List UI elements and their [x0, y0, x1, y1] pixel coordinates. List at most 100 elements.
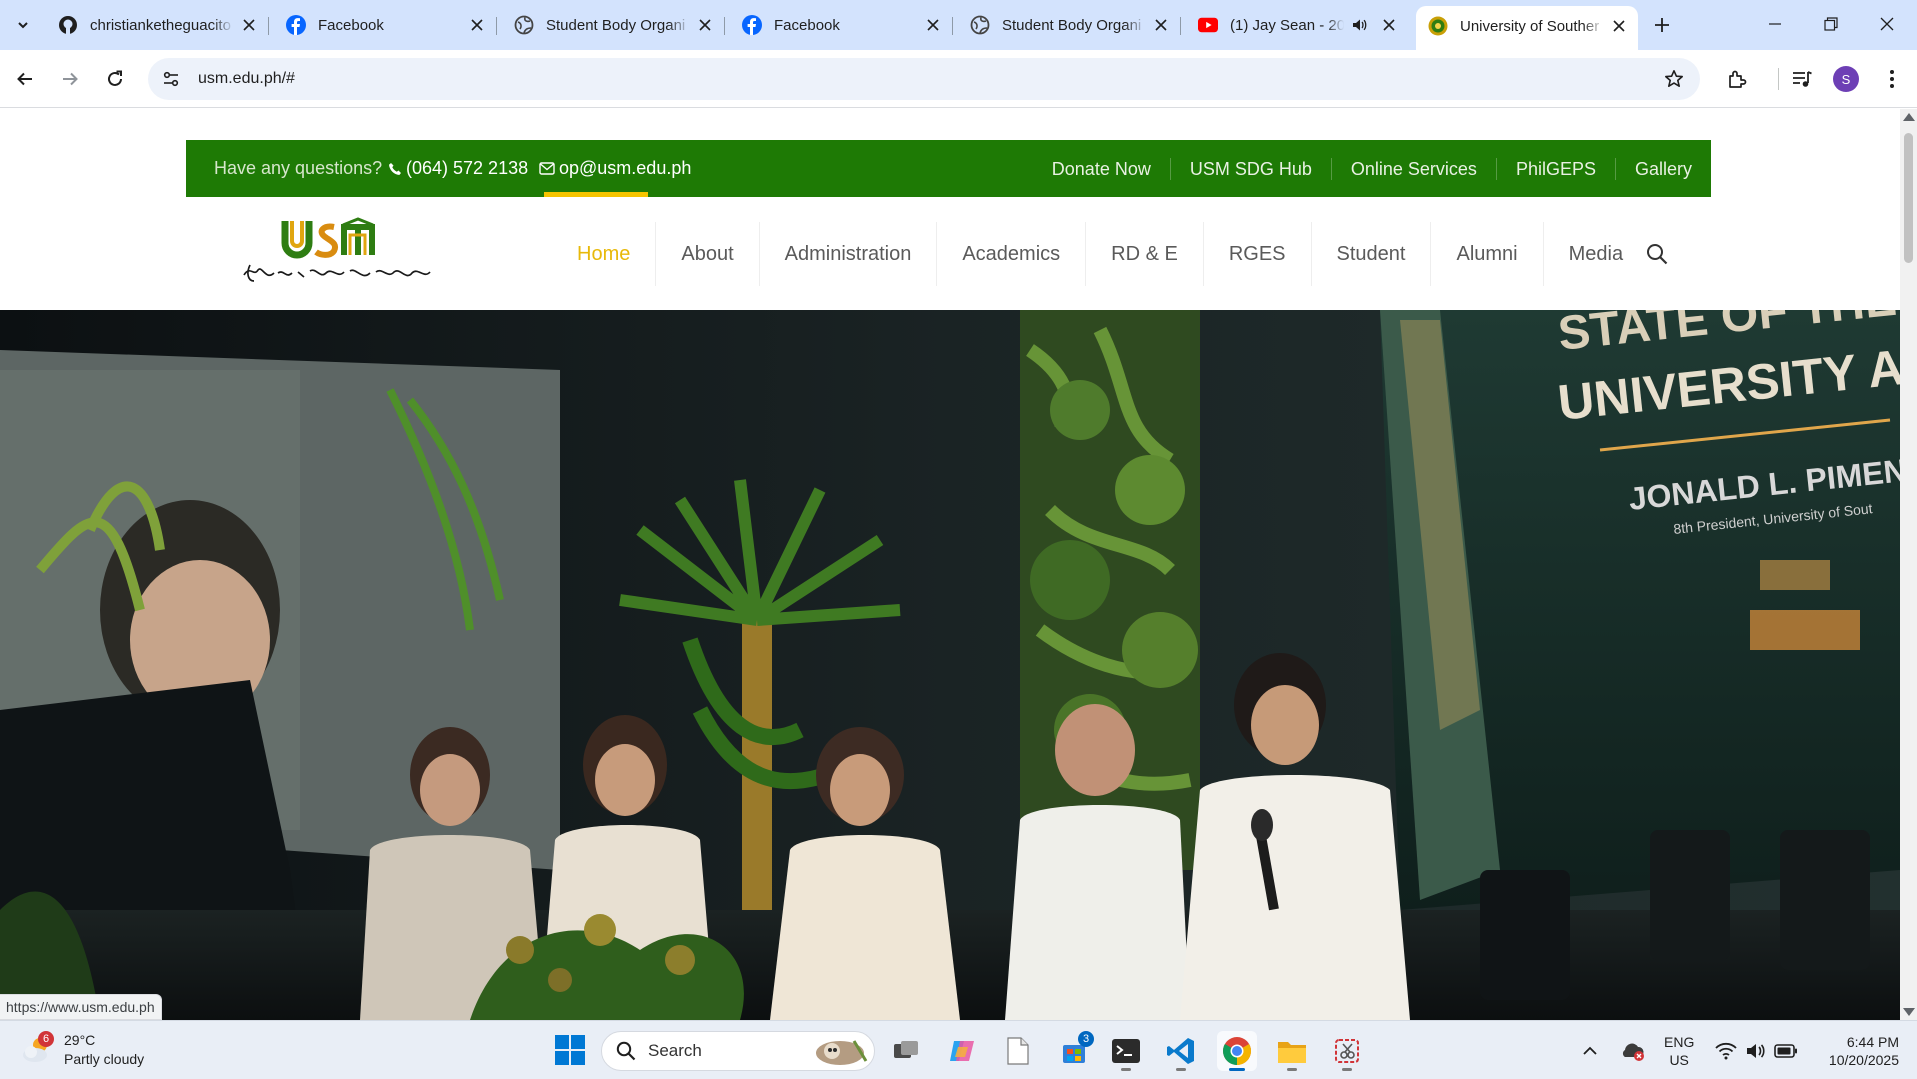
page-scrollbar[interactable]	[1900, 109, 1917, 1020]
system-clock[interactable]: 6:44 PM 10/20/2025	[1815, 1033, 1899, 1069]
browser-tab-active[interactable]: University of Souther	[1416, 6, 1638, 50]
taskbar-snipping-tool[interactable]	[1327, 1031, 1367, 1071]
weather-widget[interactable]: 6 29°C Partly cloudy	[20, 1031, 144, 1069]
menu-item-student[interactable]: Student	[1312, 221, 1432, 286]
clock-time: 6:44 PM	[1846, 1034, 1899, 1050]
start-button[interactable]	[554, 1034, 586, 1066]
copilot-icon	[950, 1041, 974, 1061]
menu-item-alumni[interactable]: Alumni	[1431, 221, 1544, 286]
back-button[interactable]	[8, 62, 42, 96]
hero-slide[interactable]: STATE OF THE UNIVERSITY A JONALD L. PIME…	[0, 310, 1900, 1020]
chevron-down-icon	[18, 22, 28, 29]
taskbar-vscode[interactable]	[1161, 1031, 1201, 1071]
profile-avatar[interactable]: S	[1833, 66, 1859, 92]
extensions-icon[interactable]	[1722, 64, 1752, 94]
volume-icon[interactable]	[1742, 1021, 1770, 1079]
main-navigation: Home About Administration Academics RD &…	[186, 197, 1711, 310]
globe-icon	[514, 15, 534, 35]
top-link-sdg-hub[interactable]: USM SDG Hub	[1169, 157, 1331, 180]
taskbar-notepad[interactable]	[998, 1031, 1038, 1071]
address-bar[interactable]: usm.edu.ph/#	[148, 58, 1700, 100]
browser-tab[interactable]: (1) Jay Sean - 20	[1186, 8, 1408, 42]
usm-logo[interactable]	[240, 215, 450, 295]
close-window-button[interactable]	[1864, 6, 1910, 42]
browser-tab[interactable]: Facebook	[730, 8, 953, 42]
close-icon[interactable]	[924, 16, 942, 34]
close-icon[interactable]	[1610, 17, 1628, 35]
tab-separator	[268, 17, 269, 35]
browser-tab[interactable]: Student Body Organi	[502, 8, 725, 42]
top-links: Donate Now USM SDG Hub Online Services P…	[1033, 140, 1711, 197]
restore-button[interactable]	[1808, 6, 1854, 42]
scroll-up-arrow[interactable]	[1903, 113, 1915, 121]
language-code: ENG	[1664, 1034, 1695, 1050]
battery-icon[interactable]	[1772, 1021, 1800, 1079]
menu-item-rges[interactable]: RGES	[1204, 221, 1312, 286]
top-link-online-services[interactable]: Online Services	[1330, 157, 1496, 180]
envelope-icon	[539, 162, 555, 175]
reload-button[interactable]	[98, 62, 132, 96]
taskbar-terminal[interactable]	[1106, 1031, 1146, 1071]
taskbar-search-box[interactable]: Search	[601, 1031, 875, 1071]
top-link-gallery[interactable]: Gallery	[1614, 157, 1711, 180]
site-search-button[interactable]	[1642, 239, 1672, 269]
close-icon	[1880, 17, 1894, 31]
minimize-button[interactable]	[1752, 6, 1798, 42]
onedrive-status-icon[interactable]	[1618, 1021, 1648, 1079]
reload-icon	[108, 70, 122, 86]
menu-item-about[interactable]: About	[656, 221, 760, 286]
running-indicator	[1176, 1068, 1186, 1071]
email-address: op@usm.edu.ph	[559, 158, 692, 178]
taskbar-chrome[interactable]	[1217, 1031, 1257, 1071]
bookmark-star-icon[interactable]	[1662, 67, 1686, 91]
forward-button[interactable]	[53, 62, 87, 96]
running-indicator	[1342, 1068, 1352, 1071]
search-icon	[616, 1041, 636, 1061]
arrow-right-icon	[63, 72, 78, 86]
top-link-philgeps[interactable]: PhilGEPS	[1495, 157, 1615, 180]
menu-item-rd-e[interactable]: RD & E	[1086, 221, 1204, 286]
new-tab-button[interactable]	[1647, 10, 1677, 40]
region-code: US	[1669, 1052, 1689, 1068]
wifi-icon[interactable]	[1712, 1021, 1740, 1079]
input-language-indicator[interactable]: ENG US	[1664, 1033, 1694, 1069]
scroll-down-arrow[interactable]	[1903, 1008, 1915, 1016]
taskbar-file-explorer[interactable]	[1272, 1031, 1312, 1071]
top-link-donate[interactable]: Donate Now	[1033, 158, 1170, 180]
menu-item-academics[interactable]: Academics	[937, 221, 1087, 286]
email-link[interactable]: op@usm.edu.ph	[539, 158, 691, 179]
close-icon[interactable]	[1152, 16, 1170, 34]
running-indicator	[1287, 1068, 1297, 1071]
tab-separator	[1180, 17, 1181, 35]
tab-search-button[interactable]	[8, 10, 38, 40]
close-icon[interactable]	[696, 16, 714, 34]
close-icon[interactable]	[240, 16, 258, 34]
menu-item-home[interactable]: Home	[552, 221, 657, 286]
more-menu-icon[interactable]	[1877, 64, 1907, 94]
store-notification-badge: 3	[1078, 1031, 1094, 1047]
weather-alert-badge: 6	[38, 1031, 54, 1047]
tab-separator	[952, 17, 953, 35]
tab-title: Facebook	[318, 16, 384, 34]
site-info-icon[interactable]	[156, 64, 186, 94]
menu-item-administration[interactable]: Administration	[760, 221, 938, 286]
scrollbar-thumb[interactable]	[1904, 133, 1913, 263]
close-icon[interactable]	[468, 16, 486, 34]
tab-title: University of Souther	[1460, 17, 1600, 35]
globe-icon	[970, 15, 990, 35]
primary-menu: Home About Administration Academics RD &…	[552, 197, 1648, 310]
browser-tab[interactable]: christianketheguacito	[46, 8, 269, 42]
show-hidden-icons-button[interactable]	[1578, 1021, 1602, 1079]
menu-item-media[interactable]: Media	[1544, 222, 1648, 286]
media-controls-icon[interactable]	[1787, 64, 1817, 94]
task-view-icon	[894, 1041, 918, 1058]
taskbar-microsoft-store[interactable]: 3	[1054, 1031, 1094, 1071]
taskbar-copilot[interactable]	[942, 1031, 982, 1071]
taskbar-task-view[interactable]	[886, 1031, 926, 1071]
browser-tab[interactable]: Facebook	[274, 8, 497, 42]
phone-link[interactable]: (064) 572 2138	[388, 158, 528, 179]
tab-title: Student Body Organi	[1002, 16, 1142, 34]
close-icon[interactable]	[1380, 16, 1398, 34]
browser-tab[interactable]: Student Body Organi	[958, 8, 1181, 42]
speaker-icon[interactable]	[1350, 16, 1368, 34]
